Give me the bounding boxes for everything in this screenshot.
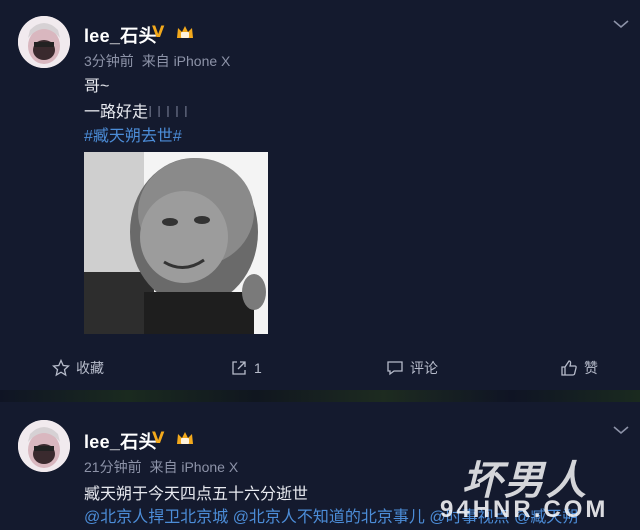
favorite-label: 收藏 [76, 360, 104, 376]
favorite-button[interactable]: 收藏 [52, 348, 104, 388]
comment-button[interactable]: 评论 [386, 348, 438, 388]
portrait-photo-icon [84, 152, 268, 334]
verified-v-icon: V [152, 22, 165, 41]
thumbs-up-icon [561, 360, 577, 376]
repost-count: 1 [254, 360, 262, 376]
like-button[interactable]: 赞 [560, 348, 598, 388]
post-meta: 3分钟前 来自 iPhone X [84, 51, 234, 71]
topic-hashtag[interactable]: #臧天朔去世# [84, 122, 182, 146]
post-text-line-2: 一路好走I I I I I [84, 98, 188, 122]
chevron-down-icon[interactable] [612, 424, 630, 436]
post-text-main: 一路好走 [84, 104, 149, 121]
watermark-url: 94HNR.COM [440, 496, 609, 523]
post-text-line-1: 哥~ [84, 78, 110, 95]
avatar-image [18, 420, 70, 472]
avatar[interactable] [18, 420, 70, 472]
post-meta: 21分钟前 来自 iPhone X [84, 457, 242, 477]
site-watermark: 坏男人 94HNR.COM [440, 448, 632, 528]
post-trailing-marks: I I I I I [148, 104, 189, 121]
chevron-down-icon[interactable] [612, 18, 630, 30]
star-icon [52, 359, 70, 377]
comment-icon [387, 361, 403, 376]
post-source: 来自 iPhone X [149, 459, 239, 475]
post-time: 3分钟前 [84, 53, 134, 69]
weibo-post-1: lee_石头 V 3分钟前 来自 iPhone X 哥~ 一路好走I I I I… [0, 0, 640, 390]
comment-label: 评论 [410, 360, 438, 376]
verified-v-icon: V [152, 428, 165, 447]
avatar[interactable] [18, 16, 70, 68]
crown-badge-icon [177, 432, 193, 444]
avatar-image [18, 16, 70, 68]
username[interactable]: lee_石头 [84, 22, 157, 48]
repost-icon [232, 361, 246, 375]
post-source: 来自 iPhone X [141, 53, 231, 69]
post-text: 臧天朔于今天四点五十六分逝世 [84, 486, 309, 503]
post-time: 21分钟前 [84, 459, 142, 475]
like-label: 赞 [584, 360, 598, 376]
post-photo[interactable] [84, 152, 268, 334]
post-action-bar: 收藏 1 评论 赞 [0, 348, 640, 388]
feed-divider [0, 390, 640, 402]
username[interactable]: lee_石头 [84, 428, 157, 454]
crown-badge-icon [177, 26, 193, 38]
repost-button[interactable]: 1 [230, 348, 262, 388]
